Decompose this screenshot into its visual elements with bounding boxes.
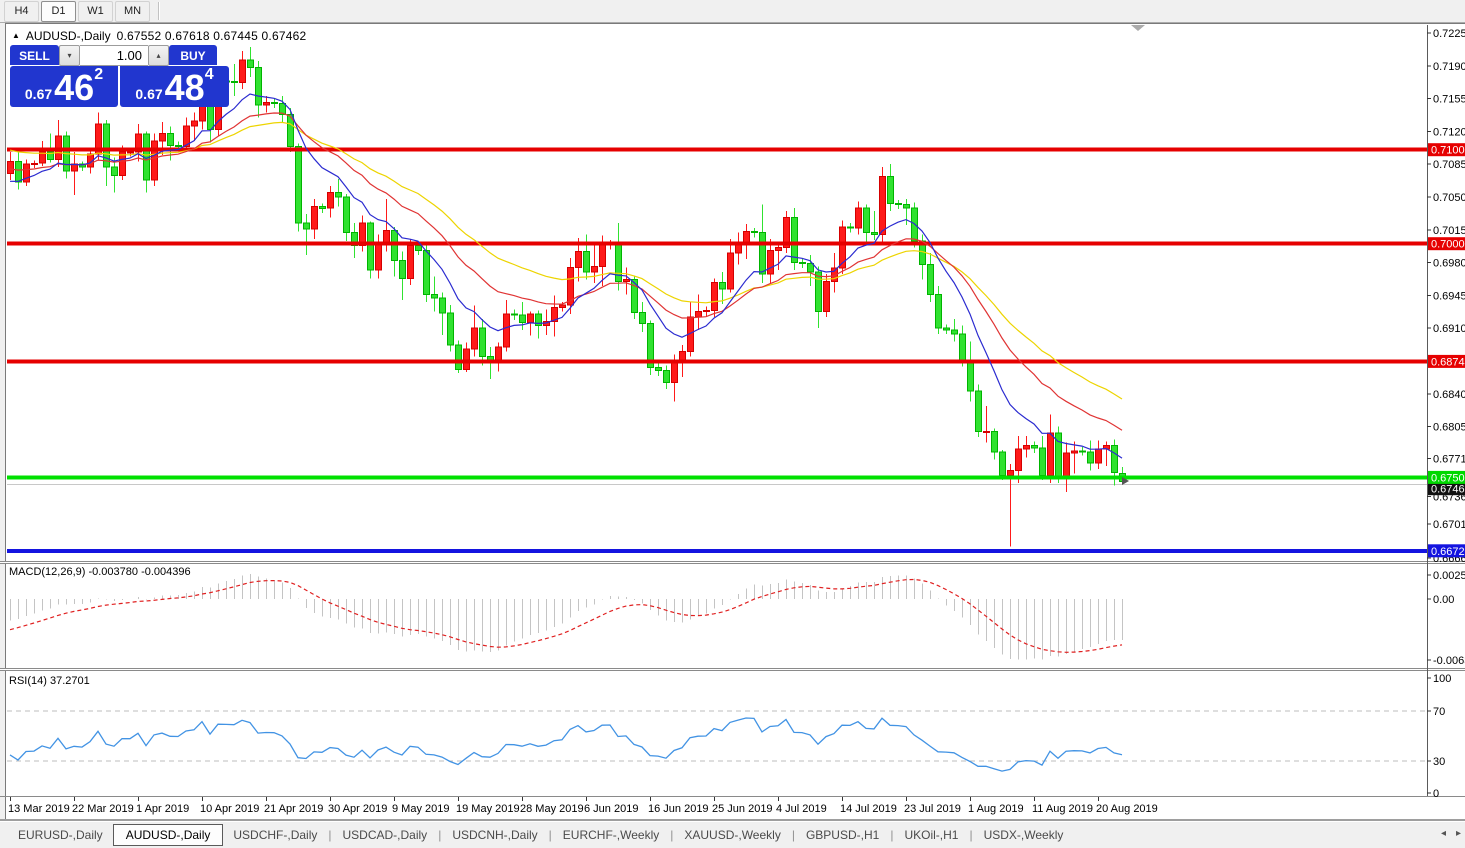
- chart-tab-xauusd-weekly[interactable]: XAUUSD-,Weekly: [674, 825, 790, 845]
- chart-title: ▲ AUDUSD-,Daily 0.67552 0.67618 0.67445 …: [12, 29, 306, 43]
- macd-label: MACD(12,26,9) -0.003780 -0.004396: [9, 566, 191, 578]
- sell-price-sup: 2: [94, 66, 104, 83]
- chart-tab-usdcnh-daily[interactable]: USDCNH-,Daily: [442, 825, 547, 845]
- volume-increase-button[interactable]: ▴: [148, 45, 169, 66]
- timeframe-button-h4[interactable]: H4: [4, 0, 39, 22]
- buy-price-big: 48: [164, 67, 205, 108]
- chart-tab-usdcad-daily[interactable]: USDCAD-,Daily: [333, 825, 438, 845]
- sell-button[interactable]: SELL: [10, 45, 59, 66]
- sell-price-big: 46: [54, 67, 95, 108]
- chart-tabbar: EURUSD-,Daily AUDUSD-,Daily USDCHF-,Daily |…: [0, 822, 1465, 848]
- tab-separator: |: [890, 828, 894, 842]
- tab-separator: |: [438, 828, 442, 842]
- trading-platform: { "toolbar": { "timeframes": [ {"label":…: [0, 0, 1465, 848]
- timeframe-button-d1[interactable]: D1: [41, 0, 76, 22]
- chart-tab-eurchf-weekly[interactable]: EURCHF-,Weekly: [553, 825, 669, 845]
- timeframe-button-mn[interactable]: MN: [115, 0, 150, 22]
- chart-tab-ukoil-h1[interactable]: UKOil-,H1: [894, 825, 968, 845]
- chart-window: [5, 23, 1465, 820]
- ohlc-values: 0.67552 0.67618 0.67445 0.67462: [116, 29, 307, 43]
- chart-tab-usdx-weekly[interactable]: USDX-,Weekly: [974, 825, 1074, 845]
- tab-separator: |: [548, 828, 552, 842]
- chart-tab-audusd-daily[interactable]: AUDUSD-,Daily: [112, 824, 224, 846]
- one-click-trade-panel: SELL ▾ ▴ BUY 0.67 46 2 0.67 48 4: [10, 45, 229, 107]
- buy-button[interactable]: BUY: [169, 45, 217, 66]
- buy-price-sup: 4: [204, 66, 214, 83]
- timeframe-toolbar: H4 D1 W1 MN: [0, 0, 1465, 23]
- chart-tab-eurusd-daily[interactable]: EURUSD-,Daily: [8, 825, 113, 845]
- tab-separator: |: [328, 828, 332, 842]
- volume-input[interactable]: [80, 45, 148, 66]
- chart-tab-usdchf-daily[interactable]: USDCHF-,Daily: [223, 825, 327, 845]
- tab-separator: |: [969, 828, 973, 842]
- collapse-panel-icon[interactable]: ▲: [12, 31, 20, 40]
- sell-price-prefix: 0.67: [24, 86, 53, 102]
- toolbar-separator: [158, 2, 159, 20]
- sell-price-display[interactable]: 0.67 46 2: [10, 66, 118, 107]
- buy-price-prefix: 0.67: [135, 86, 163, 102]
- tab-scroll-left-icon[interactable]: ◂: [1441, 828, 1446, 839]
- buy-price-display[interactable]: 0.67 48 4: [120, 66, 229, 107]
- symbol-period-label: AUDUSD-,Daily: [25, 29, 111, 43]
- tab-scroll-right-icon[interactable]: ▸: [1456, 828, 1461, 839]
- chart-tab-gbpusd-h1[interactable]: GBPUSD-,H1: [796, 825, 889, 845]
- timeframe-button-w1[interactable]: W1: [78, 0, 113, 22]
- tab-separator: |: [791, 828, 795, 842]
- volume-decrease-button[interactable]: ▾: [59, 45, 80, 66]
- rsi-label: RSI(14) 37.2701: [9, 675, 90, 687]
- tab-scroll-arrows: ◂ ▸: [1441, 828, 1461, 839]
- tab-separator: |: [670, 828, 674, 842]
